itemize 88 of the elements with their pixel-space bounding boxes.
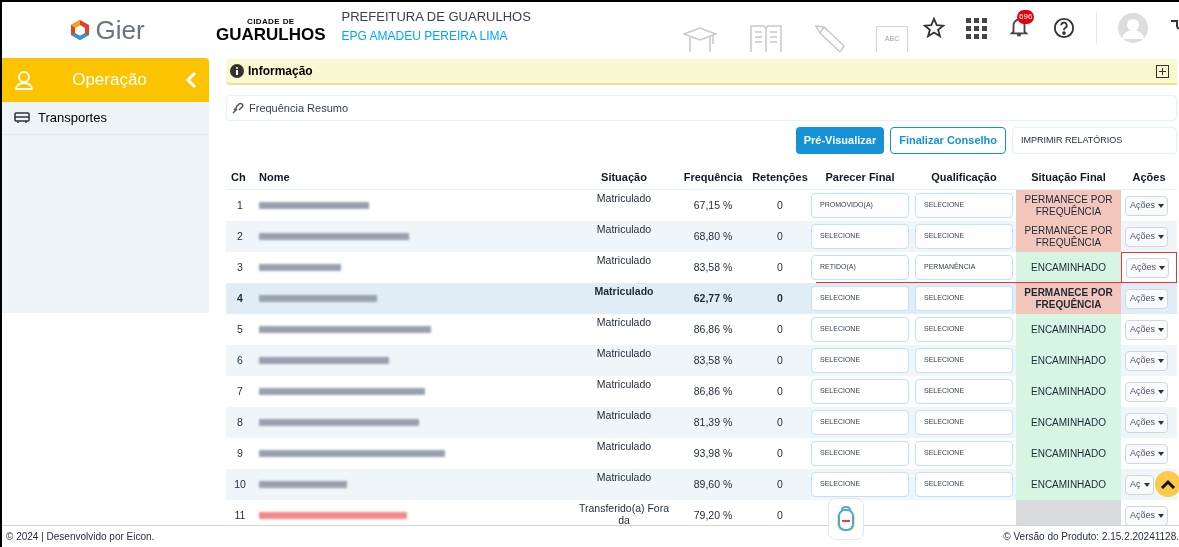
sidebar-title: Operação [71,69,148,92]
retention-cell-text: 0 [776,321,784,337]
status-cell-text: Matriculado [595,315,653,328]
actions-dropdown[interactable]: Ações [1126,257,1169,278]
status-cell-text: Matriculado [595,377,653,390]
action-button[interactable]: IMPRIMIR RELATÓRIOS [1012,127,1177,154]
row-number: 6 [236,352,244,368]
actions-dropdown[interactable]: Ações [1125,505,1168,526]
actions-dropdown[interactable]: Ações [1125,319,1168,340]
retention-cell-text: 0 [776,290,784,306]
row-number: 4 [236,290,244,306]
column-header: Frequência [682,169,744,185]
final-status-cell: PERMANECE POR FREQUÊNCIA [1016,283,1121,314]
notification-badge: 696 [1017,10,1035,24]
column-header: Parecer Final [824,169,896,185]
frequency-cell-text: 93,98 % [692,445,734,461]
status-cell-text: Matriculado [595,408,653,421]
frequency-cell-text: 86,86 % [692,321,734,337]
info-title: Informação [248,63,314,80]
column-header: Retenções [752,169,808,185]
row-number: 3 [236,259,244,275]
row-number: 7 [236,383,244,399]
retention-cell-text: 0 [776,352,784,368]
final-status-cell: ENCAMINHADO [1016,376,1121,407]
actions-dropdown[interactable]: Ações [1125,288,1168,309]
status-cell-text: Matriculado [595,346,653,359]
row-number: 8 [236,414,244,430]
brand-name: Gier [95,13,145,47]
status-cell-text: Matriculado [595,222,653,235]
final-status-cell: PERMANECE POR FREQUÊNCIA [1016,221,1121,252]
actions-dropdown[interactable]: Ações [1125,381,1168,402]
retention-cell-text: 0 [776,507,784,523]
status-cell-text: Matriculado [593,284,655,297]
row-number: 2 [236,228,244,244]
row-number: 9 [236,445,244,461]
frequency-cell-text: 79,20 % [692,507,734,523]
actions-dropdown[interactable]: Ações [1125,195,1168,216]
row-number: 10 [233,476,247,492]
breadcrumb-text: Frequência Resumo [249,100,349,116]
row-number: 5 [236,321,244,337]
footer-copyright: © 2024 | Desenvolvido por Eicon. [6,530,155,544]
actions-dropdown[interactable]: Ações [1125,350,1168,371]
frequency-cell-text: 62,77 % [692,290,734,306]
frequency-cell-text: 89,60 % [692,476,734,492]
actions-dropdown[interactable]: Ações [1125,226,1168,247]
retention-cell-text: 0 [776,414,784,430]
final-status-cell: ENCAMINHADO [1016,345,1121,376]
status-cell-text: Matriculado [595,253,653,266]
status-cell-text: Matriculado [595,470,653,483]
status-cell-text: Matriculado [595,439,653,452]
city-logo: GUARULHOS [216,25,326,43]
retention-cell-text: 0 [776,445,784,461]
frequency-cell-text: 86,86 % [692,383,734,399]
action-button[interactable]: Finalizar Conselho [890,127,1006,154]
final-status-cell: ENCAMINHADO [1016,252,1121,283]
frequency-cell-text: 67,15 % [692,197,734,213]
column-header: Qualificação [930,169,998,185]
column-header: Ch [230,169,247,185]
final-status-cell: PERMANECE POR FREQUÊNCIA [1016,190,1121,221]
retention-cell-text: 0 [776,383,784,399]
final-status-cell: ENCAMINHADO [1016,314,1121,345]
final-status-cell: ENCAMINHADO [1016,469,1121,500]
city-logo-caption: CIDADE DE [246,17,295,26]
frequency-cell-text: 68,80 % [692,228,734,244]
actions-dropdown[interactable]: Ações [1125,412,1168,433]
row-number: 11 [233,507,247,523]
retention-cell-text: 0 [776,259,784,275]
actions-dropdown[interactable]: Aç [1125,474,1154,495]
school-name: EPG AMADEU PEREIRA LIMA [341,27,509,45]
product-version: © Versão do Produto: 2.15.2.20241128. [1003,530,1179,544]
frequency-cell-text: 83,58 % [692,352,734,368]
retention-cell-text: 0 [776,476,784,492]
retention-cell-text: 0 [776,197,784,213]
actions-dropdown[interactable]: Ações [1125,443,1168,464]
frequency-cell-text: 81,39 % [692,414,734,430]
final-status-cell: ENCAMINHADO [1016,438,1121,469]
row-number: 1 [236,197,244,213]
column-header: Situação [600,169,648,185]
sidebar-item[interactable]: Transportes [2,102,209,135]
school-network-title: PREFEITURA DE GUARULHOS [341,8,531,27]
column-header: Situação Final [1030,169,1107,185]
status-cell-text: Matriculado [595,191,653,204]
column-header: Nome [258,169,291,185]
column-header: Ações [1131,169,1167,185]
retention-cell-text: 0 [776,228,784,244]
frequency-cell-text: 83,58 % [692,259,734,275]
final-status-cell: ENCAMINHADO [1016,407,1121,438]
status-cell-text: Transferido(a) Fora da [577,501,671,526]
